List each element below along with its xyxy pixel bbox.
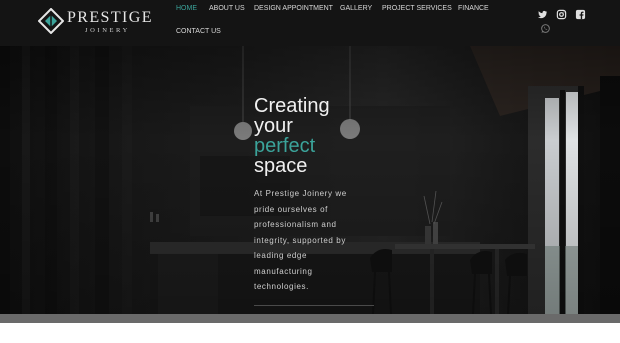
site-header: PRESTIGE JOINERY HOME ABOUT US DESIGN AP…	[0, 0, 620, 46]
nav-design-appointment[interactable]: DESIGN APPOINTMENT	[254, 5, 333, 12]
brand-subname: JOINERY	[85, 27, 130, 34]
logo-mark-icon	[38, 8, 64, 34]
hero-heading-line4: space	[254, 155, 308, 177]
brand-logo[interactable]: PRESTIGE JOINERY	[38, 8, 151, 36]
brand-name: PRESTIGE	[67, 9, 153, 26]
nav-home[interactable]: HOME	[176, 5, 197, 12]
hero-divider	[254, 305, 374, 306]
twitter-icon[interactable]	[537, 9, 548, 20]
hero-heading: Creating your perfect space	[254, 96, 330, 176]
instagram-icon[interactable]	[556, 9, 567, 20]
hero-paragraph: At Prestige Joinery we pride ourselves o…	[254, 189, 347, 291]
hero-heading-line2: your	[254, 115, 293, 137]
nav-project-services[interactable]: PROJECT SERVICES	[382, 5, 452, 12]
next-section	[0, 323, 620, 343]
nav-gallery[interactable]: GALLERY	[340, 5, 372, 12]
nav-about-us[interactable]: ABOUT US	[209, 5, 245, 12]
whatsapp-icon[interactable]	[540, 23, 551, 34]
hero-heading-accent: perfect	[254, 135, 316, 157]
hero-section: Creating your perfect space At Prestige …	[0, 46, 620, 314]
hero-heading-line1: Creating	[254, 95, 330, 117]
section-divider-bar	[0, 314, 620, 323]
nav-finance[interactable]: FINANCE	[458, 5, 489, 12]
nav-contact-us[interactable]: CONTACT US	[176, 28, 221, 35]
facebook-icon[interactable]	[575, 9, 586, 20]
